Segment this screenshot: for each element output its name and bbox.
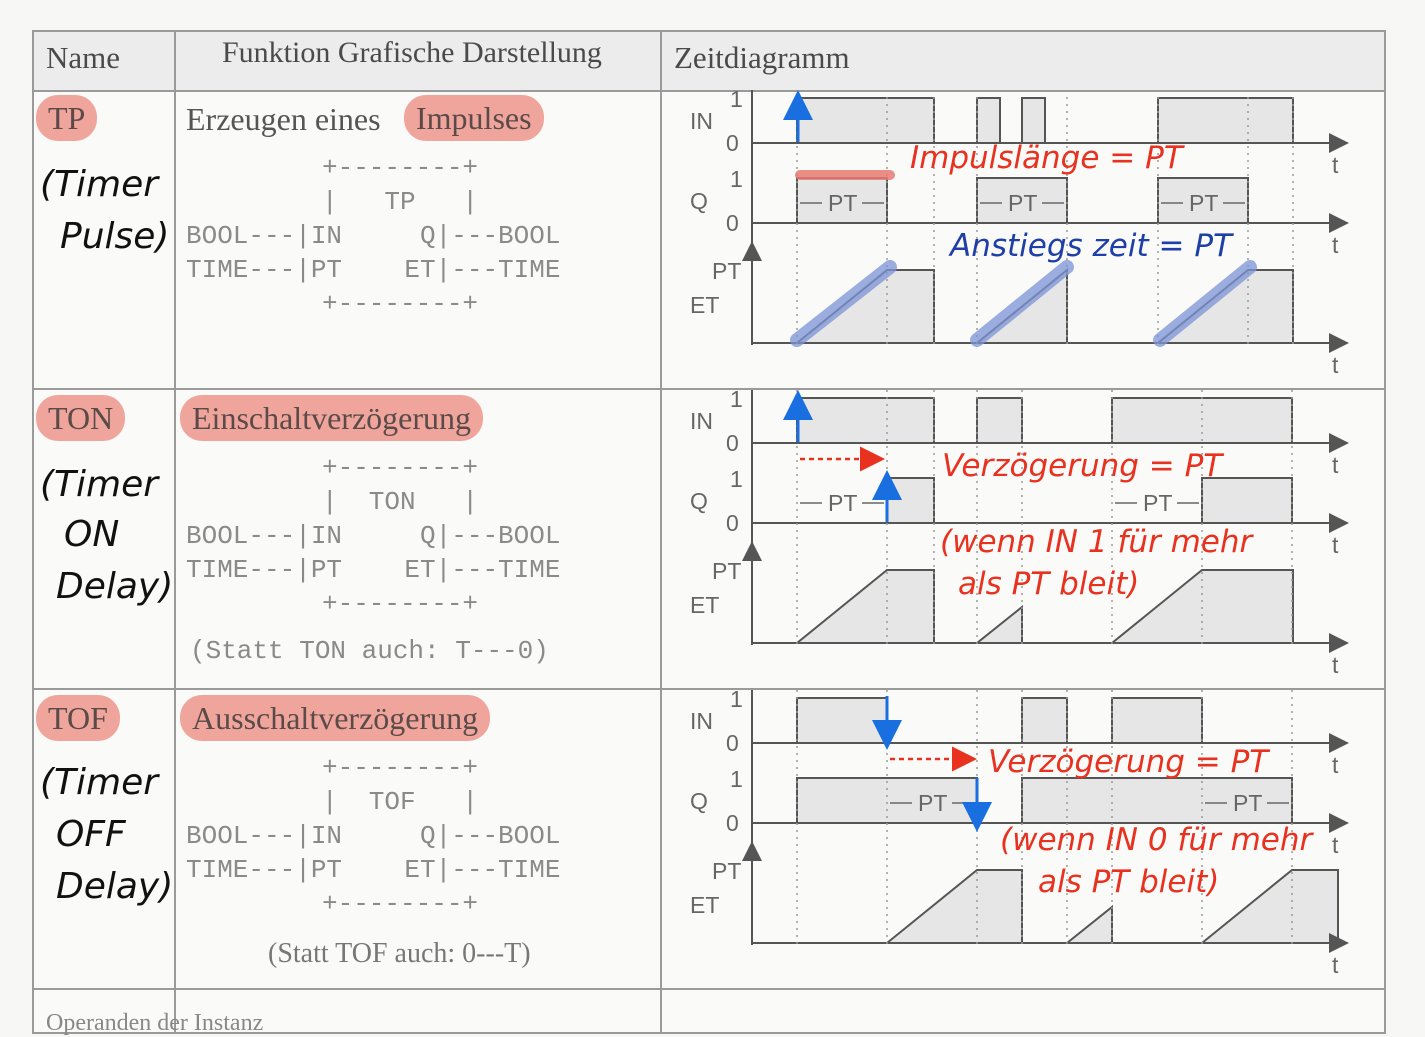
pt-marker-tp-3: PT [1189, 190, 1219, 216]
axis-in-ton: IN [690, 408, 713, 434]
axis-t-tp-1: t [1332, 152, 1339, 178]
axis-et-tp: ET [690, 292, 720, 318]
note-tof-delay: Verzögerung = PT [988, 744, 1269, 780]
pt-marker-ton-1: PT [828, 490, 858, 516]
axis-zero-ton-in: 0 [726, 430, 739, 456]
axis-one-tof-q: 1 [730, 766, 743, 792]
pt-marker-ton-2: PT [1143, 490, 1173, 516]
note-tp-pulse-length: Impulslänge = PT [910, 140, 1183, 176]
axis-pt-tof: PT [712, 858, 742, 884]
note-tof-cond-2: als PT bleit) [1038, 864, 1220, 900]
note-tp-rise-time: Anstiegs zeit = PT [950, 228, 1232, 264]
axis-et-ton: ET [690, 592, 720, 618]
axis-t-tp-3: t [1332, 352, 1339, 378]
axis-zero-tp-in: 0 [726, 130, 739, 156]
axis-et-tof: ET [690, 892, 720, 918]
axis-in-tof: IN [690, 708, 713, 734]
pt-marker-tp-2: PT [1008, 190, 1038, 216]
axis-in-tp: IN [690, 108, 713, 134]
axis-t-tof-3: t [1332, 952, 1339, 978]
axis-one-ton-q: 1 [730, 466, 743, 492]
note-ton-cond-2: als PT bleit) [958, 566, 1140, 602]
axis-q-ton: Q [690, 488, 708, 514]
axis-pt-tp: PT [712, 258, 742, 284]
axis-q-tp: Q [690, 188, 708, 214]
axis-pt-ton: PT [712, 558, 742, 584]
axis-t-tof-1: t [1332, 752, 1339, 778]
axis-one-tp-q: 1 [730, 166, 743, 192]
axis-one-tp-in: 1 [730, 86, 743, 112]
axis-zero-tof-q: 0 [726, 810, 739, 836]
axis-zero-tp-q: 0 [726, 210, 739, 236]
axis-one-ton-in: 1 [730, 386, 743, 412]
axis-zero-tof-in: 0 [726, 730, 739, 756]
axis-t-ton-1: t [1332, 452, 1339, 478]
axis-t-ton-2: t [1332, 532, 1339, 558]
axis-t-tp-2: t [1332, 232, 1339, 258]
axis-t-tof-2: t [1332, 832, 1339, 858]
pt-marker-tp-1: PT [828, 190, 858, 216]
pt-marker-tof-1: PT [918, 790, 948, 816]
note-tof-cond-1: (wenn IN 0 für mehr [1000, 822, 1313, 858]
axis-q-tof: Q [690, 788, 708, 814]
axis-one-tof-in: 1 [730, 686, 743, 712]
note-ton-delay: Verzögerung = PT [942, 448, 1223, 484]
footer-partial-text: Operanden der Instanz [46, 1010, 264, 1036]
note-ton-cond-1: (wenn IN 1 für mehr [940, 524, 1253, 560]
pt-marker-tof-2: PT [1233, 790, 1263, 816]
axis-t-ton-3: t [1332, 652, 1339, 678]
axis-zero-ton-q: 0 [726, 510, 739, 536]
